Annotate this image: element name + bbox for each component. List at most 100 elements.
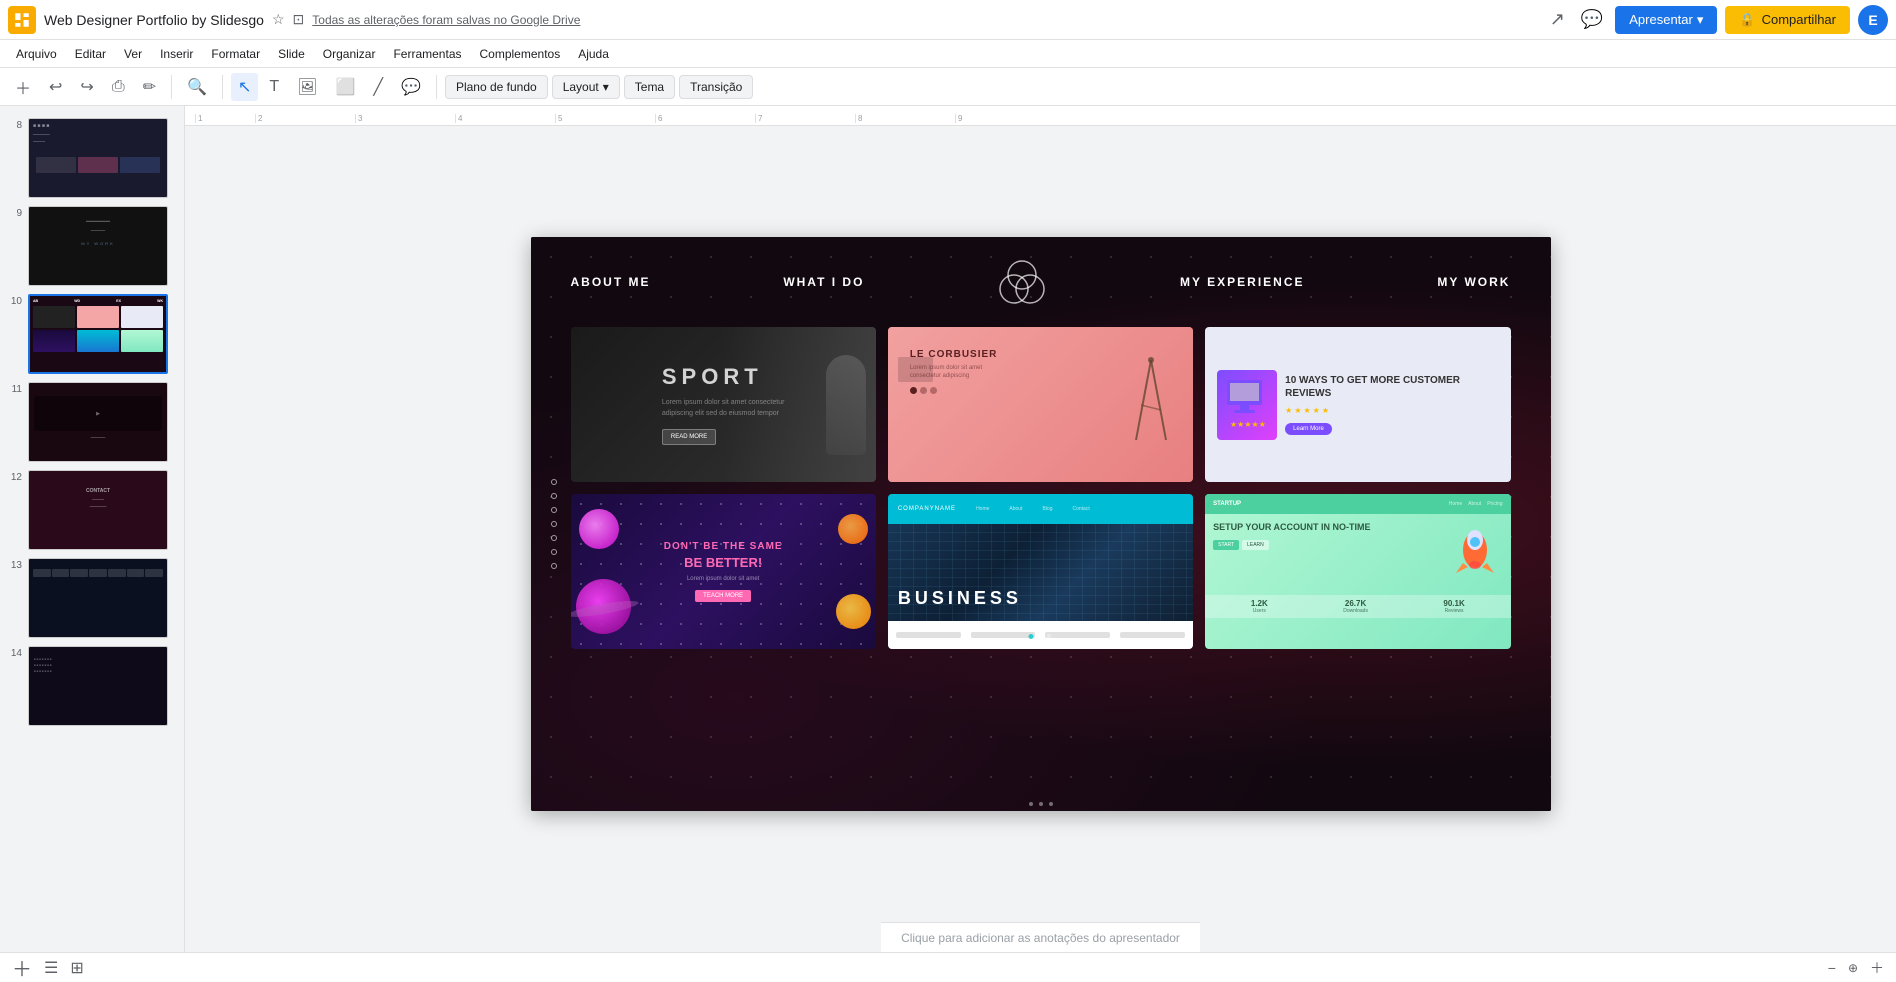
format-paint-button[interactable]: ✏ bbox=[136, 73, 163, 101]
apresentar-button[interactable]: Apresentar ▾ bbox=[1615, 6, 1717, 34]
business-header: COMPANYNAME Home About Blog Contact bbox=[888, 494, 1193, 524]
startup-text: SETUP YOUR ACCOUNT IN NO-TIME START LEAR… bbox=[1213, 522, 1439, 587]
menu-editar[interactable]: Editar bbox=[67, 45, 114, 63]
business-content: BUSINESS bbox=[888, 578, 1193, 619]
select-button[interactable]: ↖ bbox=[231, 73, 258, 101]
layout-button[interactable]: Layout ▾ bbox=[552, 75, 620, 99]
ruler-mark: 9 bbox=[955, 114, 1055, 123]
editor-area: 1 2 3 4 5 6 7 8 9 bbox=[185, 106, 1896, 952]
slide-ind-dot bbox=[1049, 802, 1053, 806]
planet-right-bottom bbox=[836, 594, 871, 629]
slide-thumb-10[interactable]: 10 AB WD EX WK bbox=[0, 290, 184, 378]
startup-btn2[interactable]: LEARN bbox=[1242, 540, 1269, 550]
text-button[interactable]: T bbox=[262, 74, 286, 100]
card-sport[interactable]: SPORT Lorem ipsum dolor sit amet consect… bbox=[571, 327, 876, 482]
avatar[interactable]: E bbox=[1858, 5, 1888, 35]
sport-content: SPORT Lorem ipsum dolor sit amet consect… bbox=[650, 352, 797, 457]
menu-organizar[interactable]: Organizar bbox=[315, 45, 384, 63]
startup-stats: 1.2K Users 26.7K Downloads 90.1K Reviews bbox=[1205, 595, 1510, 618]
zoom-button[interactable]: 🔍 bbox=[180, 73, 214, 101]
theme-button[interactable]: Tema bbox=[624, 75, 675, 99]
notes-placeholder[interactable]: Clique para adicionar as anotações do ap… bbox=[901, 931, 1180, 945]
zoom-in-btn[interactable]: ＋ bbox=[1870, 958, 1884, 978]
nav-dot bbox=[551, 507, 557, 513]
print-button[interactable]: ⎙ bbox=[105, 74, 132, 100]
slide-thumb-8[interactable]: 8 ■ ■ ■ ■ ━━━━━━━ ━━━━━ bbox=[0, 114, 184, 202]
shapes-button[interactable]: ⬜ bbox=[328, 73, 362, 101]
notes-bar[interactable]: Clique para adicionar as anotações do ap… bbox=[881, 922, 1200, 952]
nav-dot bbox=[551, 535, 557, 541]
bottom-toolbar: ＋ ☰ ⊞ − ⊕ ＋ bbox=[0, 952, 1896, 982]
slide-thumb-11[interactable]: 11 ▶ ━━━━━━ bbox=[0, 378, 184, 466]
card-reviews[interactable]: ★★★★★ 10 WAYS TO GET MORE CUSTOMER REVIE… bbox=[1205, 327, 1510, 482]
corbusier-desc: Lorem ipsum dolor sit ametconsectetur ad… bbox=[910, 364, 1171, 381]
startup-btn1[interactable]: START bbox=[1213, 540, 1239, 550]
portfolio-grid: SPORT Lorem ipsum dolor sit amet consect… bbox=[531, 307, 1551, 669]
comment-icon-btn[interactable]: 💬 bbox=[1577, 7, 1607, 32]
slide-thumb-9[interactable]: 9 ━━━━━━━━ ━━━━━━ MY WORK bbox=[0, 202, 184, 290]
menu-ajuda[interactable]: Ajuda bbox=[570, 45, 617, 63]
slide-list-view-btn[interactable]: ☰ bbox=[44, 958, 58, 978]
slide-num-9: 9 bbox=[8, 206, 22, 219]
space-btn[interactable]: TEACH MORE bbox=[695, 590, 751, 602]
image-button[interactable]: 🖼 bbox=[290, 73, 324, 101]
slide-grid-view-btn[interactable]: ⊞ bbox=[70, 958, 83, 978]
comment-tool-btn[interactable]: 💬 bbox=[394, 73, 428, 101]
add-slide-button[interactable]: ＋ bbox=[12, 953, 32, 982]
undo-button[interactable]: ↩ bbox=[42, 73, 69, 101]
ruler-mark: 7 bbox=[755, 114, 855, 123]
startup-title: SETUP YOUR ACCOUNT IN NO-TIME bbox=[1213, 522, 1439, 534]
ruler-mark: 3 bbox=[355, 114, 455, 123]
slide-num-14: 14 bbox=[8, 646, 22, 659]
share-button[interactable]: 🔒 Compartilhar bbox=[1725, 6, 1850, 34]
nav-what-i-do[interactable]: WHAT I DO bbox=[783, 275, 864, 289]
menu-complementos[interactable]: Complementos bbox=[472, 45, 569, 63]
redo-button[interactable]: ↪ bbox=[73, 73, 100, 101]
card-space[interactable]: DON'T BE THE SAME BE BETTER! Lorem ipsum… bbox=[571, 494, 876, 649]
ruler-mark: 6 bbox=[655, 114, 755, 123]
star-icon[interactable]: ☆ bbox=[272, 11, 285, 28]
card-business[interactable]: COMPANYNAME Home About Blog Contact BUSI… bbox=[888, 494, 1193, 649]
nav-my-experience[interactable]: MY EXPERIENCE bbox=[1180, 275, 1304, 289]
background-button[interactable]: Plano de fundo bbox=[445, 75, 548, 99]
theme-label: Tema bbox=[635, 80, 664, 94]
add-button[interactable]: ＋ bbox=[8, 71, 38, 103]
reviews-btn[interactable]: Learn More bbox=[1285, 423, 1332, 435]
thumb-img-8: ■ ■ ■ ■ ━━━━━━━ ━━━━━ bbox=[28, 118, 168, 198]
folder-icon[interactable]: ⊡ bbox=[293, 11, 305, 28]
zoom-out-btn[interactable]: − bbox=[1828, 960, 1836, 976]
business-bg: COMPANYNAME Home About Blog Contact BUSI… bbox=[888, 494, 1193, 649]
menu-ferramentas[interactable]: Ferramentas bbox=[385, 45, 469, 63]
corbusier-title: LE CORBUSIER bbox=[910, 349, 1171, 360]
line-button[interactable]: ╱ bbox=[366, 73, 390, 101]
menu-ver[interactable]: Ver bbox=[116, 45, 150, 63]
menu-arquivo[interactable]: Arquivo bbox=[8, 45, 65, 63]
thumb-img-11: ▶ ━━━━━━ bbox=[28, 382, 168, 462]
menu-formatar[interactable]: Formatar bbox=[203, 45, 268, 63]
startup-content: SETUP YOUR ACCOUNT IN NO-TIME START LEAR… bbox=[1205, 514, 1510, 595]
card-startup[interactable]: STARTUP Home About Pricing SETUP YOUR AC… bbox=[1205, 494, 1510, 649]
trending-icon-btn[interactable]: ↗ bbox=[1546, 7, 1569, 32]
slide-thumb-13[interactable]: 13 bbox=[0, 554, 184, 642]
nav-about-me[interactable]: ABOUT ME bbox=[571, 275, 651, 289]
slide-thumb-14[interactable]: 14 ■ ■ ■ ■ ■ ■ ■ ■ ■ ■ ■ ■ ■ ■ ■ ■ ■ ■ ■… bbox=[0, 642, 184, 730]
card-corbusier[interactable]: LE CORBUSIER Lorem ipsum dolor sit ametc… bbox=[888, 327, 1193, 482]
sport-title: SPORT bbox=[662, 364, 785, 390]
nav-my-work[interactable]: MY WORK bbox=[1437, 275, 1510, 289]
slide-canvas[interactable]: ABOUT ME WHAT I DO MY EXPERIENCE MY WORK bbox=[531, 237, 1551, 811]
topbar: Web Designer Portfolio by Slidesgo ☆ ⊡ T… bbox=[0, 0, 1896, 40]
transition-button[interactable]: Transição bbox=[679, 75, 753, 99]
ruler-top: 1 2 3 4 5 6 7 8 9 bbox=[185, 106, 1896, 126]
menu-inserir[interactable]: Inserir bbox=[152, 45, 201, 63]
ruler-mark: 5 bbox=[555, 114, 655, 123]
slide-thumb-12[interactable]: 12 CONTACT ━━━━━ ━━━━━━━ bbox=[0, 466, 184, 554]
space-text: DON'T BE THE SAME BE BETTER! Lorem ipsum… bbox=[664, 541, 783, 601]
nav-dots bbox=[551, 479, 557, 569]
reviews-title: 10 WAYS TO GET MORE CUSTOMER REVIEWS bbox=[1285, 374, 1498, 400]
dropdown-arrow[interactable]: ▾ bbox=[1697, 12, 1704, 28]
sport-btn[interactable]: READ MORE bbox=[662, 429, 716, 445]
reviews-illustration: ★★★★★ bbox=[1217, 370, 1277, 440]
thumb-img-14: ■ ■ ■ ■ ■ ■ ■ ■ ■ ■ ■ ■ ■ ■ ■ ■ ■ ■ ■ ■ … bbox=[28, 646, 168, 726]
slide-number-indicator bbox=[1029, 802, 1053, 806]
menu-slide[interactable]: Slide bbox=[270, 45, 313, 63]
